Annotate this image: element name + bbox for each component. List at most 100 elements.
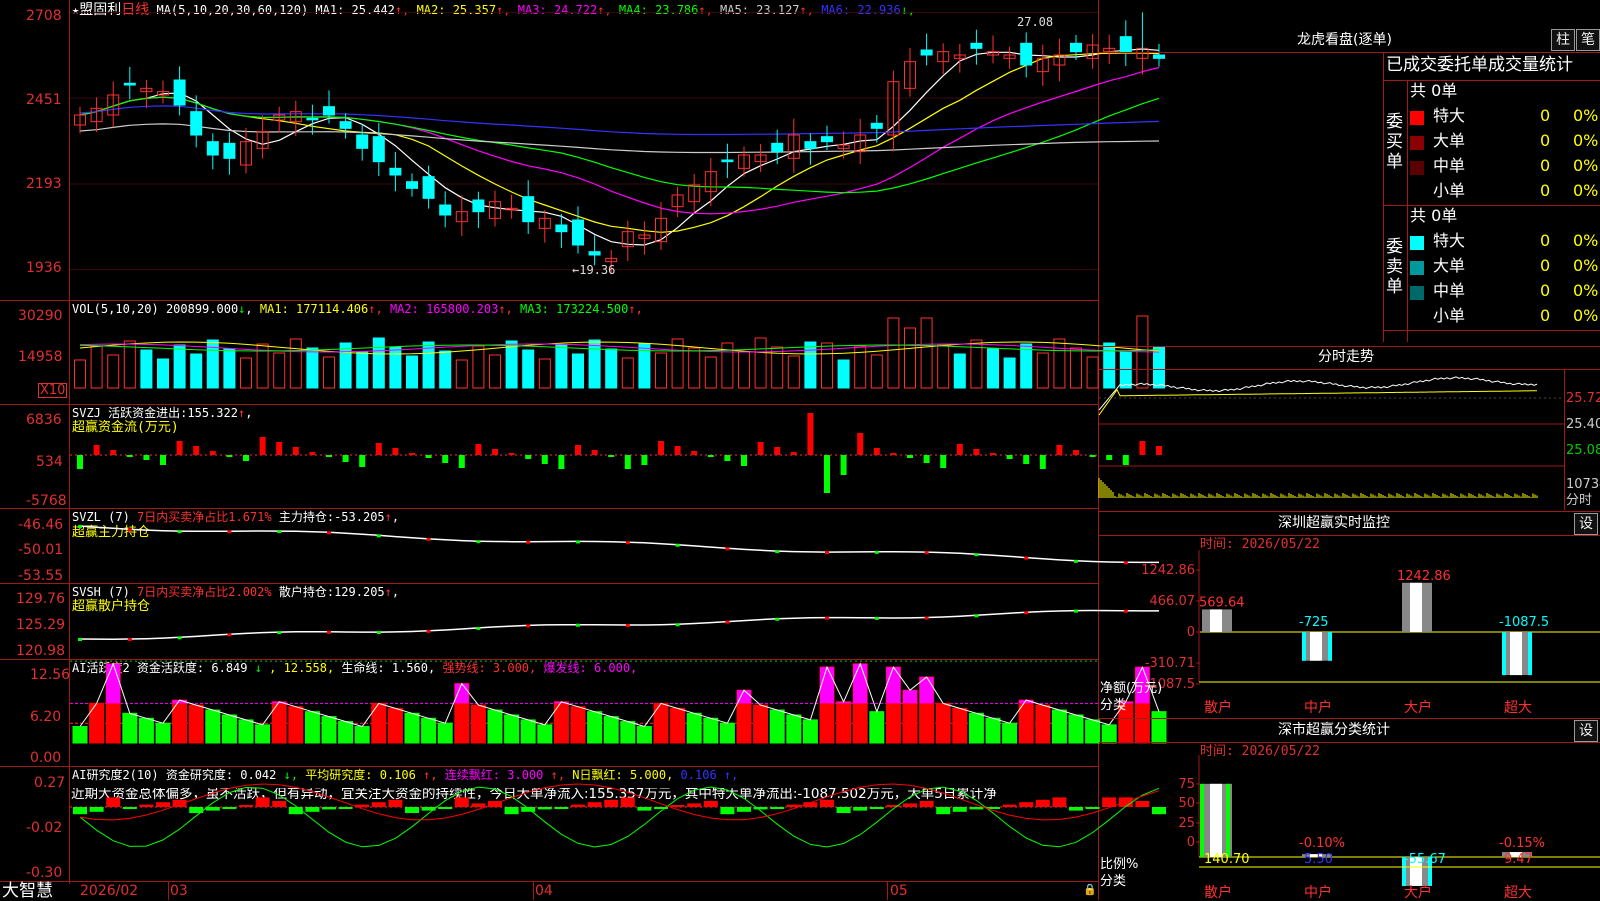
lhb-title: 龙虎看盘(逐单) (1297, 32, 1392, 48)
volume-bar (1003, 357, 1016, 389)
vol-unit: X10 (38, 383, 68, 398)
ma60-line (79, 123, 1160, 154)
tab-orders[interactable]: 委托单 (1437, 55, 1488, 75)
flow-bar (691, 451, 698, 455)
candle-body (1020, 42, 1033, 66)
legend-swatch (1410, 286, 1424, 300)
buy-side-label: 委买单 (1386, 112, 1403, 172)
candle-body (173, 79, 186, 106)
order-count: 0 (1540, 106, 1551, 125)
activity-bar (338, 721, 354, 744)
candle-body (1153, 54, 1165, 59)
y-tick: 0.27 (34, 775, 66, 791)
y-tick: 0 (1187, 625, 1195, 640)
flow-bar (492, 449, 498, 455)
volume-bar (738, 351, 750, 389)
research-bar (903, 803, 917, 807)
ai-research-chart[interactable] (70, 767, 1166, 881)
volume-bar (987, 348, 999, 389)
ma10-line (79, 52, 1160, 233)
volume-bar (804, 341, 817, 389)
activity-bar (935, 702, 951, 744)
activity-bar (1085, 719, 1101, 744)
value-label: 1242.86 (1397, 569, 1451, 584)
indicator-marker (127, 638, 132, 642)
order-type-label: 中单 (1433, 156, 1466, 175)
divider (1099, 718, 1600, 719)
flow-bar (541, 455, 548, 464)
order-pct: 0% (1573, 281, 1599, 300)
volume-chart[interactable] (70, 301, 1165, 404)
y-tick: 6836 (26, 412, 62, 428)
bar-edge (1226, 783, 1230, 857)
volume-bar (472, 345, 485, 389)
research-bar (1002, 804, 1017, 807)
flow-bar (890, 453, 897, 455)
sz-settings-button[interactable]: 设 (1574, 513, 1598, 535)
indicator-marker (974, 553, 979, 557)
ss-stats-chart[interactable]: 75 50 25 0 散户 -0.10% 中户 大户 -0.15% 超大 140.70 5.50 -55… (1099, 745, 1600, 901)
svzl-chart[interactable] (70, 509, 1159, 583)
y-tick: 2193 (26, 176, 62, 192)
sz-monitor-chart[interactable]: 1242.86 466.07 0 -310.71 -1087.5 569.64 散户 -725… (1099, 540, 1600, 718)
flow-bar (110, 450, 117, 455)
candle-body (323, 106, 335, 116)
candle-body (771, 142, 784, 153)
legend-swatch (1410, 311, 1424, 325)
bar-mode-button[interactable]: 柱 (1551, 29, 1575, 51)
research-bar (936, 807, 951, 815)
candle-body (920, 49, 933, 56)
candlestick-chart[interactable] (70, 0, 1165, 300)
indicator-line (79, 525, 1159, 564)
svzj-chart[interactable] (70, 405, 1162, 508)
trading-terminal: ★盟固利日线 MA(5,10,20,30,60,120) MA1: 25.442… (0, 0, 1600, 901)
research-bar (305, 807, 320, 812)
activity-burst (903, 690, 917, 704)
lock-icon[interactable]: 🔒 (1083, 884, 1097, 895)
fs-y-tick: 25.72 (1566, 391, 1600, 406)
tab-stats[interactable]: 统计 (1539, 55, 1573, 75)
activity-bar (1068, 714, 1084, 744)
flow-bar (193, 446, 200, 455)
value-label: 569.64 (1199, 595, 1245, 610)
svsh-chart[interactable] (70, 584, 1159, 659)
indicator-marker (476, 626, 481, 630)
order-count: 0 (1540, 256, 1551, 275)
volume-bar (522, 349, 535, 389)
candle-body (306, 117, 319, 121)
activity-bar (421, 717, 437, 744)
activity-bar (620, 721, 636, 744)
value-label: -55.67 (1404, 852, 1446, 867)
category-label: 超大 (1504, 700, 1532, 716)
tab-traded[interactable]: 已成交 (1386, 55, 1437, 75)
research-bar (620, 797, 635, 807)
flow-bar (243, 455, 249, 461)
value-label: -0.10% (1299, 836, 1345, 851)
volume-bar (1053, 338, 1066, 389)
ai-activity-chart[interactable] (70, 660, 1167, 766)
pen-mode-button[interactable]: 笔 (1576, 29, 1600, 51)
indicator-marker (277, 530, 282, 534)
indicator-marker (227, 530, 232, 534)
sell-side-label: 委卖单 (1386, 237, 1403, 297)
ss-settings-button[interactable]: 设 (1574, 720, 1598, 742)
volume-bar (173, 344, 186, 389)
candle-body (572, 219, 584, 246)
activity-bar (221, 714, 237, 744)
activity-bar (537, 724, 553, 744)
research-bar (222, 807, 237, 809)
tab-volume[interactable]: 成交量 (1488, 55, 1539, 75)
activity-bar (1002, 722, 1018, 744)
activity-bar (188, 704, 204, 744)
activity-bar (769, 709, 785, 744)
flow-bar (458, 455, 465, 468)
candle-body (389, 167, 402, 176)
ma20-line (79, 66, 1160, 215)
low-label: ←19.36 (572, 263, 616, 277)
candle-body (721, 159, 734, 163)
intraday-chart[interactable] (1098, 370, 1565, 510)
y-tick: 12.56 (30, 667, 71, 683)
volume-bar (904, 327, 916, 389)
indicator-marker (874, 616, 879, 620)
indicator-marker (376, 534, 381, 538)
